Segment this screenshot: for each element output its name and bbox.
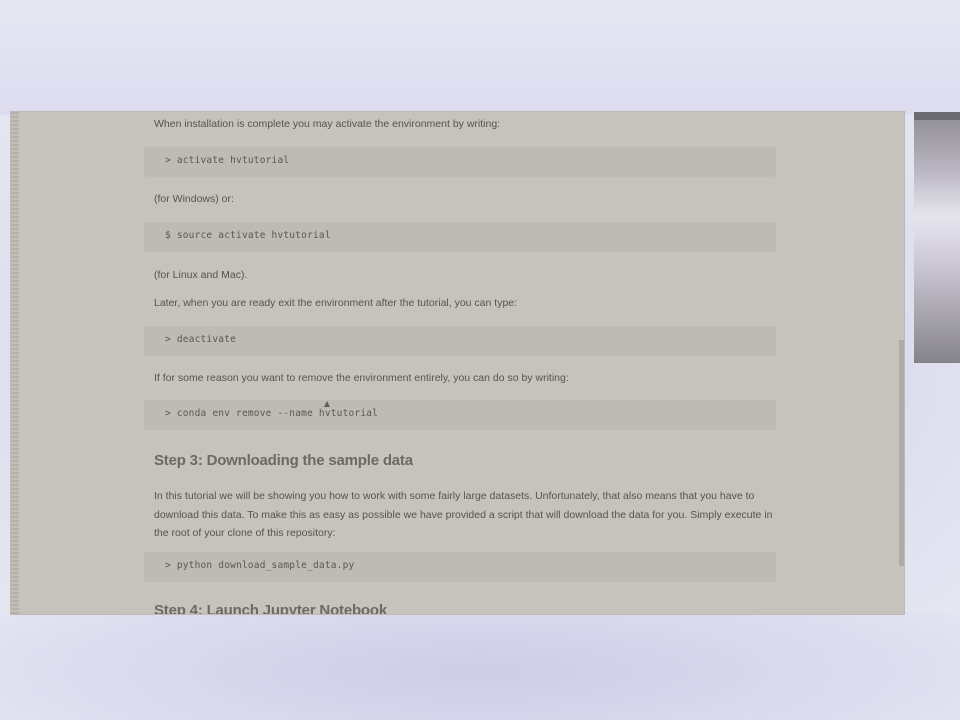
- viewport-left-edge: [11, 112, 19, 614]
- code-text: > conda env remove --name hvtutorial: [165, 408, 379, 419]
- document-viewport: When installation is complete you may ac…: [11, 112, 904, 614]
- background-bottom: [0, 612, 960, 720]
- adjacent-window-thumbnail[interactable]: [914, 112, 960, 363]
- code-text: $ source activate hvtutorial: [165, 230, 331, 241]
- scrollbar-thumb[interactable]: [899, 340, 904, 566]
- code-block-activate-windows: > activate hvtutorial: [144, 147, 776, 177]
- paragraph-exit-intro: Later, when you are ready exit the envir…: [154, 297, 518, 309]
- code-text: > deactivate: [165, 334, 237, 345]
- code-block-download: > python download_sample_data.py: [144, 552, 776, 582]
- code-block-activate-unix: $ source activate hvtutorial: [144, 222, 776, 252]
- heading-step-3: Step 3: Downloading the sample data: [154, 452, 413, 469]
- code-text: > activate hvtutorial: [165, 155, 290, 166]
- heading-step-4: Step 4: Launch Jupyter Notebook: [154, 602, 387, 614]
- mouse-pointer-icon: [324, 401, 330, 407]
- background-top: [0, 0, 960, 115]
- code-block-deactivate: > deactivate: [144, 326, 776, 356]
- paragraph-step-3-body: In this tutorial we will be showing you …: [154, 490, 773, 539]
- code-block-remove: > conda env remove --name hvtutorial: [144, 400, 776, 430]
- paragraph-remove-intro: If for some reason you want to remove th…: [154, 372, 569, 384]
- paragraph-activate-intro: When installation is complete you may ac…: [154, 118, 501, 130]
- paragraph-for-windows: (for Windows) or:: [154, 193, 234, 205]
- paragraph-for-linux-mac: (for Linux and Mac).: [154, 269, 248, 281]
- code-text: > python download_sample_data.py: [165, 560, 355, 571]
- adjacent-window-titlebar: [914, 112, 960, 120]
